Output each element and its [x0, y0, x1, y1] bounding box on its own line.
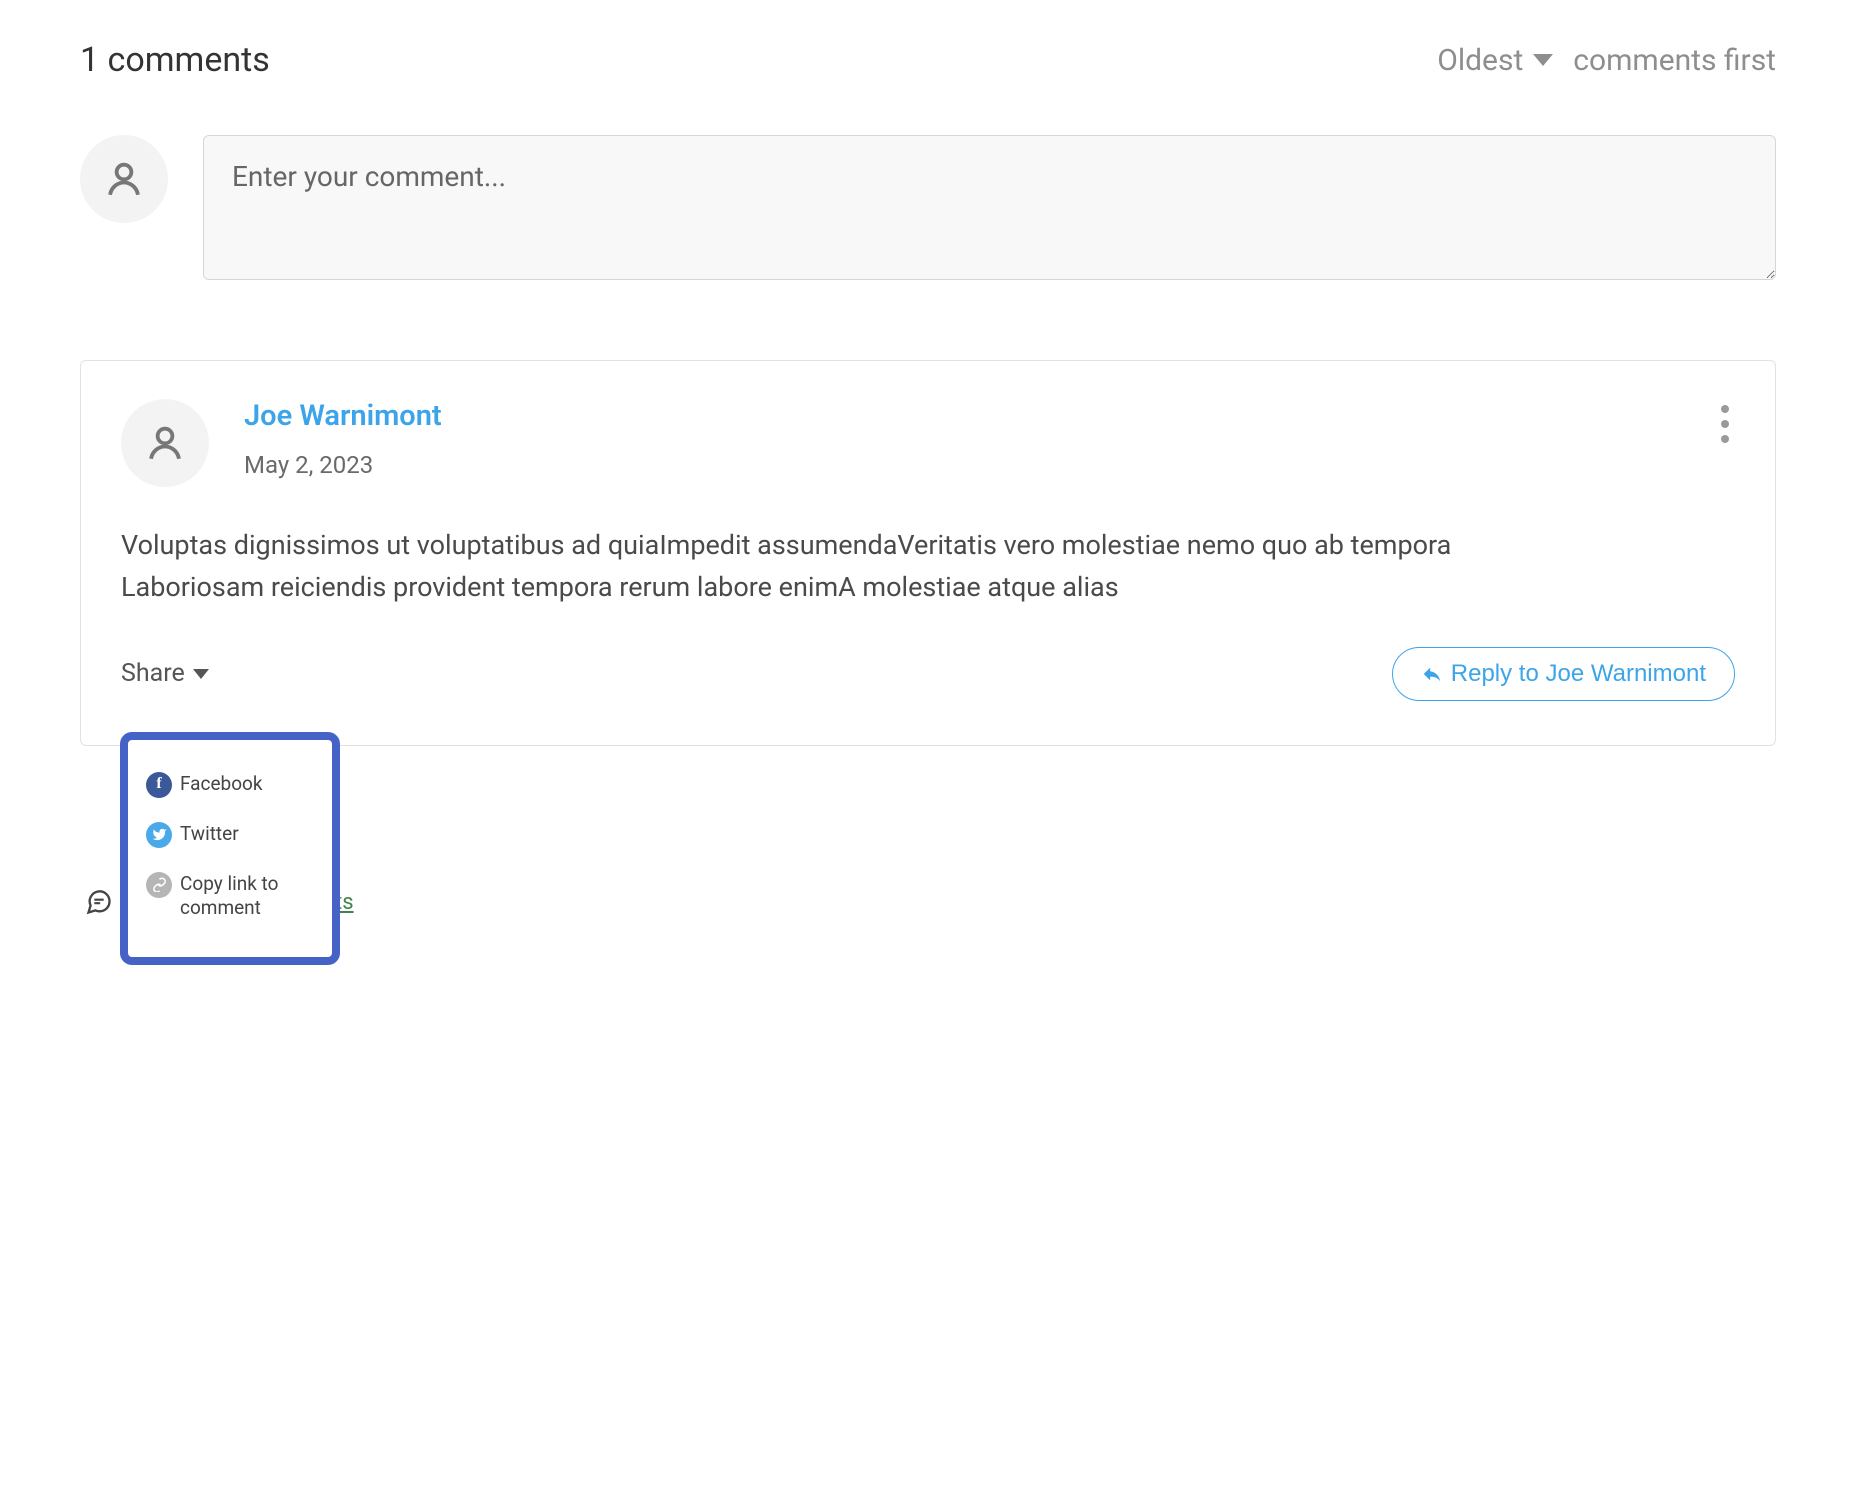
reply-label: Reply to Joe Warnimont — [1451, 660, 1706, 688]
comment-author-avatar — [121, 399, 209, 487]
share-facebook-label: Facebook — [180, 772, 263, 797]
share-facebook[interactable]: f Facebook — [146, 760, 308, 810]
facebook-icon: f — [146, 772, 172, 798]
sort-selected-label: Oldest — [1437, 43, 1523, 78]
sort-dropdown[interactable]: Oldest — [1437, 43, 1553, 78]
sort-controls: Oldest comments first — [1437, 43, 1776, 78]
comments-header: 1 comments Oldest comments first — [80, 40, 1776, 80]
share-popover: f Facebook Twitter Copy link to comment — [120, 732, 340, 965]
comment-body-line: Voluptas dignissimos ut voluptatibus ad … — [121, 525, 1735, 567]
comment-body: Voluptas dignissimos ut voluptatibus ad … — [121, 525, 1735, 609]
reply-icon — [1421, 663, 1443, 685]
comment-body-line: Laboriosam reiciendis provident tempora … — [121, 567, 1735, 609]
share-copy-link[interactable]: Copy link to comment — [146, 860, 308, 933]
more-options-button[interactable] — [1715, 399, 1735, 449]
share-twitter[interactable]: Twitter — [146, 810, 308, 860]
more-vertical-icon — [1721, 405, 1729, 413]
twitter-icon — [146, 822, 172, 848]
current-user-avatar — [80, 135, 168, 223]
share-copy-link-label: Copy link to comment — [180, 872, 308, 921]
sort-suffix-label: comments first — [1573, 43, 1776, 78]
comment-header: Joe Warnimont May 2, 2023 — [121, 399, 1735, 487]
comments-count: 1 comments — [80, 40, 270, 80]
comment-footer: Share Reply to Joe Warnimont — [121, 647, 1735, 701]
chevron-down-icon — [1533, 54, 1553, 66]
user-icon — [103, 158, 145, 200]
footer-comment-icon — [85, 888, 113, 916]
comment-date: May 2, 2023 — [244, 451, 442, 479]
comment-input[interactable] — [203, 135, 1776, 280]
link-icon — [146, 872, 172, 898]
share-twitter-label: Twitter — [180, 822, 239, 847]
comment-meta: Joe Warnimont May 2, 2023 — [244, 399, 442, 479]
reply-button[interactable]: Reply to Joe Warnimont — [1392, 647, 1735, 701]
chat-icon — [85, 888, 113, 916]
share-label: Share — [121, 659, 185, 688]
share-button[interactable]: Share — [121, 659, 209, 688]
comment-input-row — [80, 135, 1776, 280]
comment-author-link[interactable]: Joe Warnimont — [244, 399, 442, 433]
user-icon — [144, 422, 186, 464]
comment-card: Joe Warnimont May 2, 2023 Voluptas digni… — [80, 360, 1776, 746]
chevron-down-icon — [193, 669, 209, 679]
